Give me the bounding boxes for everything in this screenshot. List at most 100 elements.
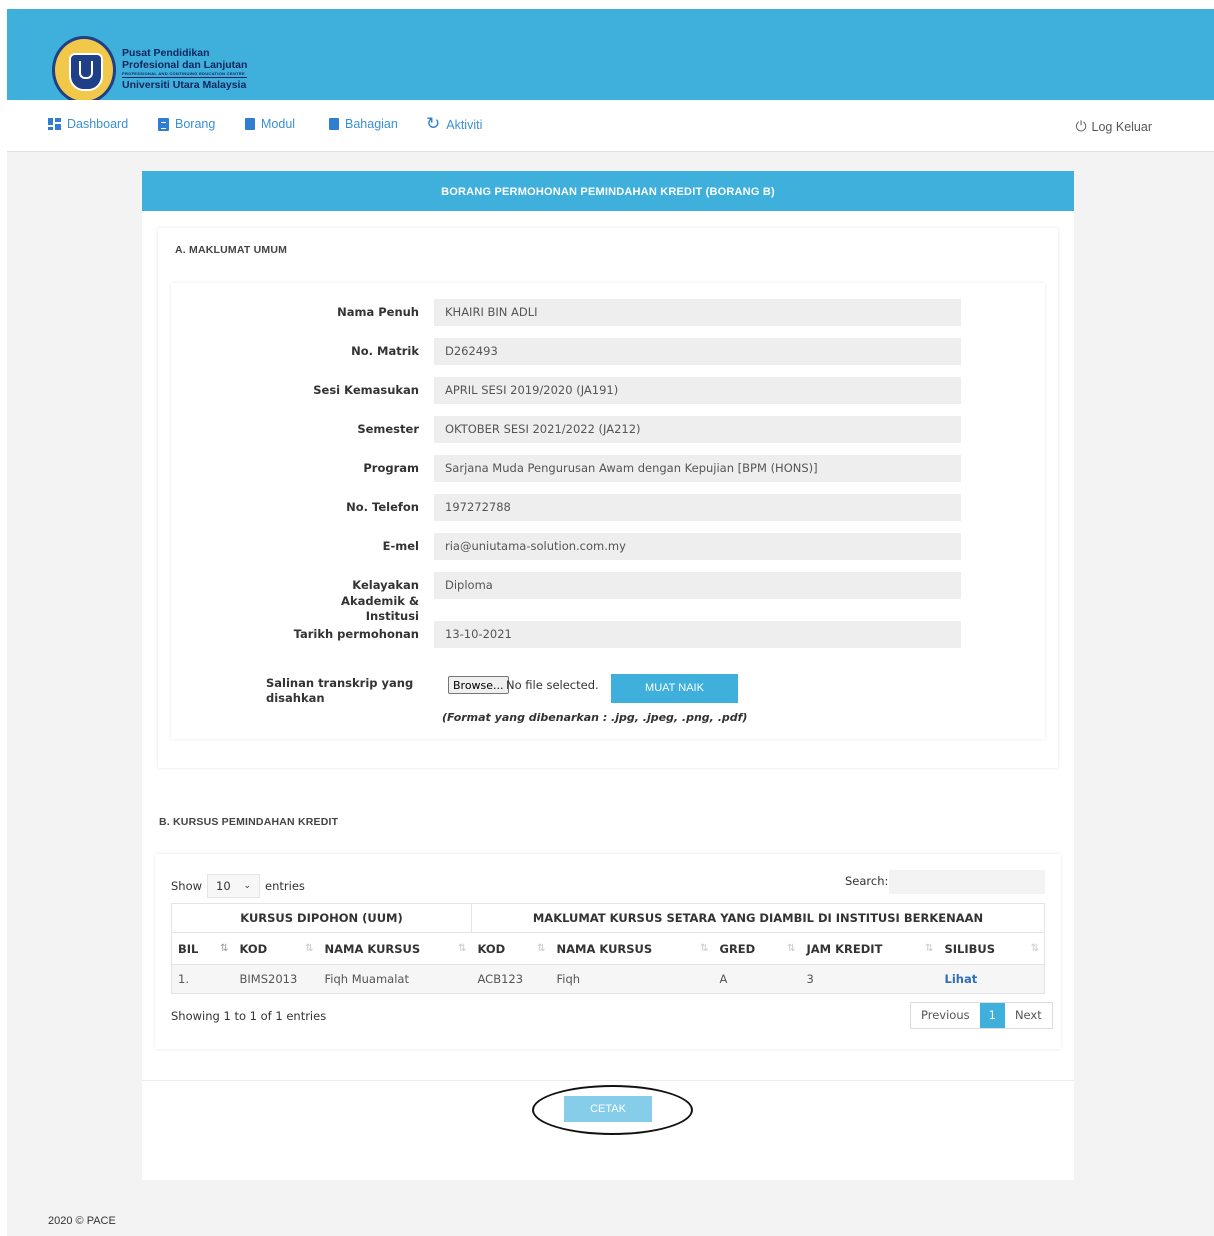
- nav-bahagian[interactable]: Bahagian: [329, 117, 398, 131]
- label-no-telefon: No. Telefon: [346, 500, 419, 514]
- col-bil[interactable]: BIL ⇅: [171, 932, 234, 965]
- label-kelayakan: Kelayakan Akademik & Institusi: [341, 578, 419, 624]
- col-kod-uum[interactable]: KOD ⇅: [233, 932, 319, 965]
- power-icon: ⏻: [1075, 118, 1087, 134]
- section-a-panel: Nama Penuh KHAIRI BIN ADLI No. Matrik D2…: [171, 283, 1045, 739]
- print-button[interactable]: CETAK: [564, 1096, 652, 1122]
- show-label: Show: [171, 879, 203, 893]
- sort-icon: ⇅: [787, 943, 796, 954]
- col-nama-inst[interactable]: NAMA KURSUS ⇅: [550, 932, 714, 965]
- nav-dashboard[interactable]: Dashboard: [48, 117, 128, 131]
- form-title: BORANG PERMOHONAN PEMINDAHAN KREDIT (BOR…: [142, 171, 1074, 211]
- nav-dashboard-label: Dashboard: [67, 117, 129, 131]
- header-bar: Pusat Pendidikan Profesional dan Lanjuta…: [7, 9, 1214, 104]
- table-row: 1. BIMS2013 Fiqh Muamalat ACB123 Fiqh A …: [171, 964, 1045, 994]
- cell-kod-uum: BIMS2013: [233, 964, 319, 994]
- file-status: No file selected.: [506, 678, 599, 692]
- field-emel: ria@uniutama-solution.com.my: [434, 533, 961, 560]
- label-emel: E-mel: [382, 539, 419, 553]
- sort-icon: ⇅: [458, 943, 467, 954]
- section-b-title: B. KURSUS PEMINDAHAN KREDIT: [159, 816, 339, 828]
- label-semester: Semester: [357, 422, 419, 436]
- lihat-link[interactable]: Lihat: [945, 972, 978, 986]
- nav-modul[interactable]: Modul: [245, 117, 295, 131]
- form-icon: [158, 117, 169, 131]
- label-no-matrik: No. Matrik: [351, 344, 419, 358]
- field-kelayakan: Diploma: [434, 572, 961, 599]
- nav-bahagian-label: Bahagian: [345, 117, 398, 131]
- logout-label: Log Keluar: [1091, 119, 1152, 134]
- sort-icon: ⇅: [305, 943, 314, 954]
- course-table: KURSUS DIPOHON (UUM) MAKLUMAT KURSUS SET…: [171, 903, 1045, 994]
- uum-seal-icon: [52, 36, 116, 104]
- field-program: Sarjana Muda Pengurusan Awam dengan Kepu…: [434, 455, 961, 482]
- copyright: 2020 © PACE: [48, 1215, 116, 1227]
- col-jam-kredit[interactable]: JAM KREDIT ⇅: [800, 932, 939, 965]
- cell-bil: 1.: [171, 964, 234, 994]
- cell-kod-inst: ACB123: [471, 964, 551, 994]
- dashboard-icon: [48, 118, 61, 130]
- refresh-icon: ↻: [426, 114, 441, 133]
- col-gred[interactable]: GRED ⇅: [713, 932, 801, 965]
- cell-nama-inst: Fiqh: [550, 964, 714, 994]
- label-tarikh: Tarikh permohonan: [293, 627, 419, 641]
- search-label: Search:: [845, 874, 889, 888]
- entries-label: entries: [265, 879, 305, 893]
- nav-aktiviti-label: Aktiviti: [446, 118, 483, 132]
- book-icon: [245, 118, 255, 130]
- sort-icon: ⇅: [925, 943, 934, 954]
- sort-icon: ⇅: [1030, 943, 1039, 954]
- label-sesi-kemasukan: Sesi Kemasukan: [313, 383, 419, 397]
- logo-line3: PROFESSIONAL AND CONTINUING EDUCATION CE…: [122, 71, 245, 77]
- entries-select[interactable]: 10 ⌄: [207, 874, 261, 898]
- entries-value: 10: [216, 879, 231, 893]
- table-group-header: KURSUS DIPOHON (UUM) MAKLUMAT KURSUS SET…: [171, 903, 1045, 933]
- table-info: Showing 1 to 1 of 1 entries: [171, 1009, 327, 1023]
- nav-borang[interactable]: Borang: [158, 117, 215, 131]
- format-note: (Format yang dibenarkan : .jpg, .jpeg, .…: [442, 711, 748, 724]
- nav-modul-label: Modul: [261, 117, 296, 131]
- cell-jam-kredit: 3: [800, 964, 939, 994]
- pager-page-1[interactable]: 1: [979, 1003, 1005, 1028]
- form-card: BORANG PERMOHONAN PEMINDAHAN KREDIT (BOR…: [142, 171, 1074, 1180]
- field-sesi-kemasukan: APRIL SESI 2019/2020 (JA191): [434, 377, 961, 404]
- table-column-header: BIL ⇅ KOD ⇅ NAMA KURSUS ⇅ KOD ⇅ NAMA KURSUS ⇅…: [171, 932, 1045, 965]
- browse-button[interactable]: Browse...: [448, 676, 509, 694]
- cell-gred: A: [713, 964, 801, 994]
- logo-text: Pusat Pendidikan Profesional dan Lanjuta…: [122, 46, 248, 92]
- sort-icon: ⇅: [537, 943, 546, 954]
- logo-line1: Pusat Pendidikan: [122, 46, 210, 59]
- field-nama-penuh: KHAIRI BIN ADLI: [434, 299, 961, 326]
- pace-logo[interactable]: Pusat Pendidikan Profesional dan Lanjuta…: [52, 36, 248, 104]
- entries-control: Show 10 ⌄ entries: [171, 874, 305, 898]
- book-icon: [329, 118, 339, 130]
- upload-button[interactable]: MUAT NAIK: [611, 674, 738, 703]
- field-no-telefon: 197272788: [434, 494, 961, 521]
- cell-nama-uum: Fiqh Muamalat: [318, 964, 472, 994]
- print-area: CETAK: [142, 1080, 1074, 1180]
- nav-borang-label: Borang: [175, 117, 216, 131]
- logout-link[interactable]: ⏻ Log Keluar: [1075, 118, 1152, 135]
- section-b-panel: Show 10 ⌄ entries Search: KURSUS DIPOHON…: [155, 854, 1061, 1049]
- pagination: Previous 1 Next: [910, 1002, 1053, 1029]
- col-kod-inst[interactable]: KOD ⇅: [471, 932, 551, 965]
- pager-previous[interactable]: Previous: [911, 1003, 980, 1028]
- main-nav: Dashboard Borang Modul Bahagian ↻ Aktivi…: [7, 100, 1214, 152]
- search-input[interactable]: [889, 870, 1045, 894]
- group-institusi: MAKLUMAT KURSUS SETARA YANG DIAMBIL DI I…: [471, 903, 1045, 933]
- label-transkrip: Salinan transkrip yang disahkan: [266, 676, 414, 705]
- nav-aktiviti[interactable]: ↻ Aktiviti: [426, 115, 482, 132]
- chevron-down-icon: ⌄: [243, 881, 252, 891]
- field-semester: OKTOBER SESI 2021/2022 (JA212): [434, 416, 961, 443]
- col-silibus[interactable]: SILIBUS ⇅: [938, 932, 1045, 965]
- pager-next[interactable]: Next: [1005, 1003, 1052, 1028]
- sort-icon: ⇅: [700, 943, 709, 954]
- group-uum: KURSUS DIPOHON (UUM): [171, 903, 472, 933]
- label-program: Program: [363, 461, 419, 475]
- section-a-title: A. MAKLUMAT UMUM: [175, 244, 288, 256]
- field-tarikh: 13-10-2021: [434, 621, 961, 648]
- col-nama-uum[interactable]: NAMA KURSUS ⇅: [318, 932, 472, 965]
- field-no-matrik: D262493: [434, 338, 961, 365]
- cell-silibus: Lihat: [938, 964, 1045, 994]
- section-kursus: B. KURSUS PEMINDAHAN KREDIT Show 10 ⌄ en…: [142, 800, 1074, 1080]
